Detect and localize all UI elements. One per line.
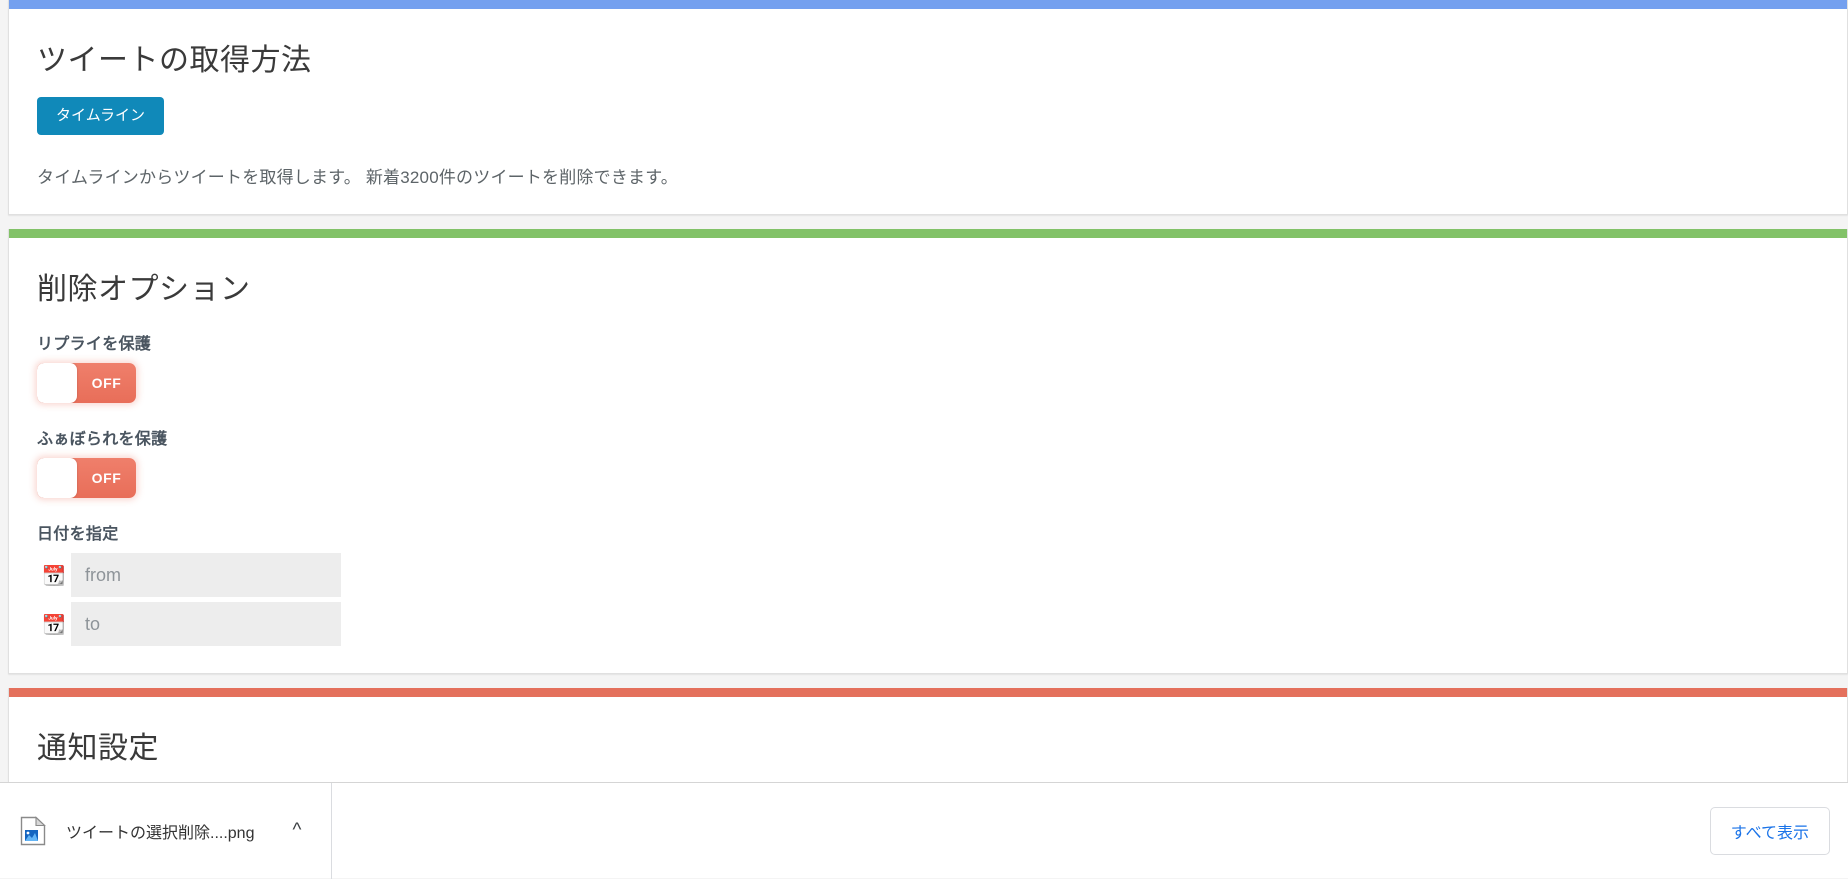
protect-favorites-label: ふぁぼられを保護 [37, 431, 168, 448]
card-fetch-method: ツイートの取得方法 タイムライン タイムラインからツイートを取得します。 新着3… [8, 0, 1848, 215]
toggle-state-label: OFF [91, 470, 122, 486]
chevron-up-icon[interactable]: ^ [286, 815, 307, 846]
download-filename: ツイートの選択削除....png [66, 824, 255, 842]
delete-options-title: 削除オプション [37, 273, 251, 306]
date-to-input[interactable] [71, 602, 341, 646]
timeline-button[interactable]: タイムライン [37, 97, 164, 135]
download-item[interactable]: ツイートの選択削除....png ^ [0, 783, 323, 879]
protect-replies-toggle[interactable]: OFF [37, 363, 136, 403]
image-file-icon [20, 815, 46, 846]
toggle-knob [37, 363, 77, 403]
calendar-icon: 📆 [42, 565, 66, 587]
download-shelf: ツイートの選択削除....png ^ すべて表示 [0, 782, 1848, 879]
card-body-delete-options: 削除オプション リプライを保護 OFF ふぁぼられを保護 OFF 日付を指定 📆… [9, 238, 1847, 673]
card-accent-bar-green [9, 229, 1847, 238]
page-content: ツイートの取得方法 タイムライン タイムラインからツイートを取得します。 新着3… [0, 0, 1848, 782]
card-body-fetch-method: ツイートの取得方法 タイムライン タイムラインからツイートを取得します。 新着3… [9, 9, 1847, 214]
date-row-from: 📆 [37, 553, 1819, 597]
protect-replies-label: リプライを保護 [37, 336, 152, 353]
toggle-knob [37, 458, 77, 498]
page-title: ツイートの取得方法 [37, 44, 312, 77]
fetch-description: タイムラインからツイートを取得します。 新着3200件のツイートを削除できます。 [37, 168, 678, 187]
card-body-notification-settings: 通知設定 [9, 697, 1847, 782]
date-range-label: 日付を指定 [37, 526, 119, 543]
toggle-state-label: OFF [91, 375, 122, 391]
card-accent-bar-blue [9, 0, 1847, 9]
protect-favorites-toggle[interactable]: OFF [37, 458, 136, 498]
notification-settings-title: 通知設定 [37, 732, 159, 765]
card-notification-settings: 通知設定 [8, 688, 1848, 782]
date-from-input[interactable] [71, 553, 341, 597]
date-row-to: 📆 [37, 602, 1819, 646]
show-all-downloads-button[interactable]: すべて表示 [1709, 806, 1830, 855]
card-accent-bar-red [9, 688, 1847, 697]
calendar-icon: 📆 [42, 614, 66, 636]
card-delete-options: 削除オプション リプライを保護 OFF ふぁぼられを保護 OFF 日付を指定 📆… [8, 229, 1848, 674]
shelf-divider [331, 782, 333, 879]
